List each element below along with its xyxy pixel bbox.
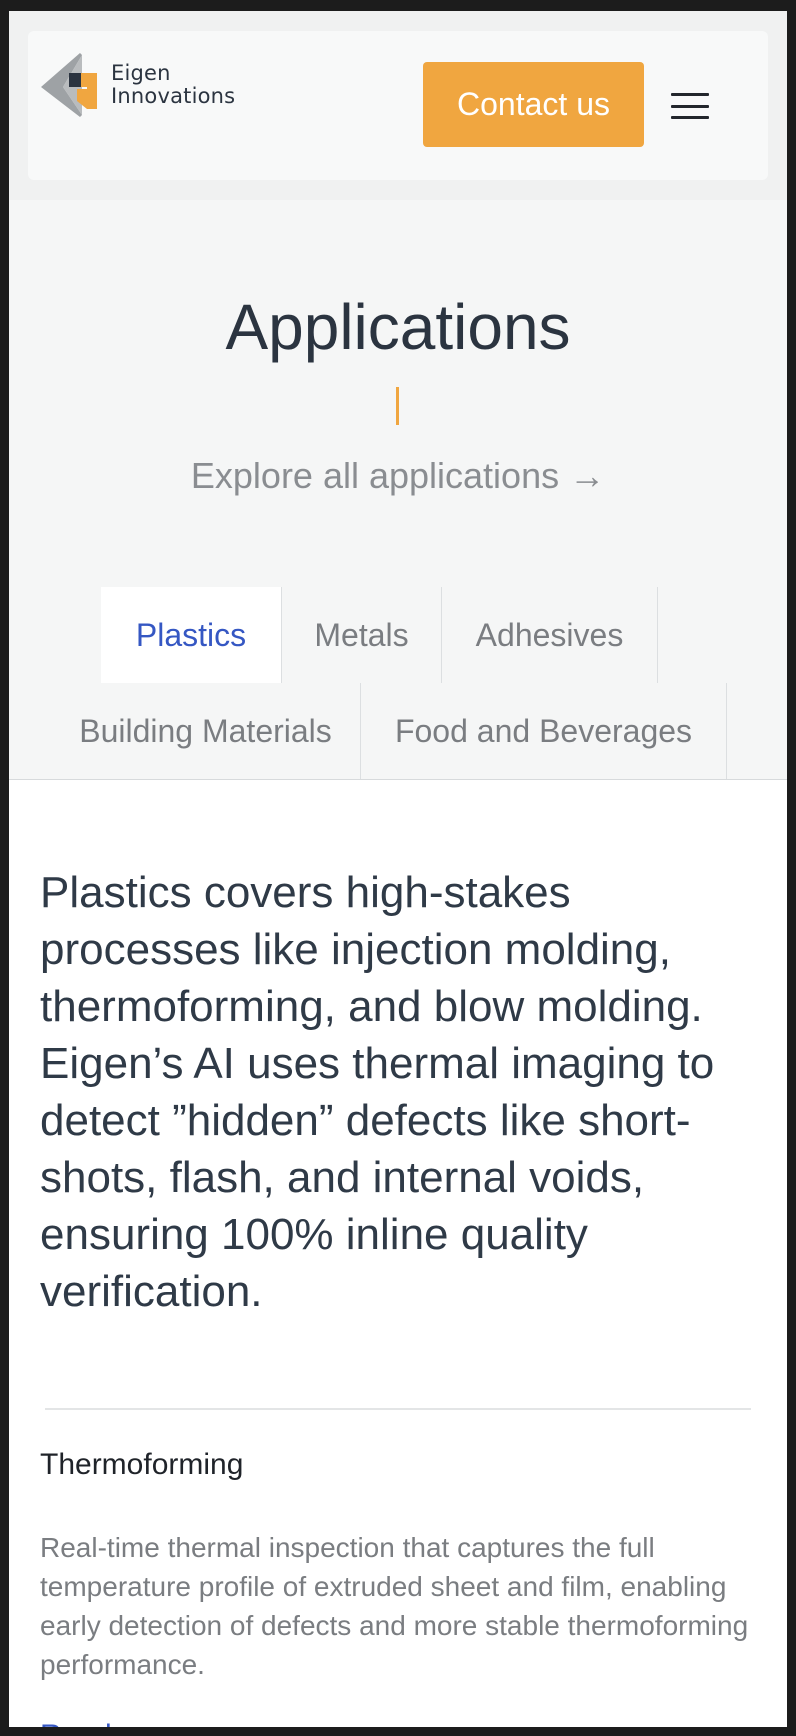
tab-divider bbox=[726, 683, 727, 779]
page-title: Applications bbox=[225, 291, 571, 363]
tab-building-materials[interactable]: Building Materials bbox=[51, 683, 360, 779]
section-divider bbox=[45, 1408, 751, 1410]
tab-panel-plastics: Plastics covers high-stakes processes li… bbox=[9, 780, 787, 1727]
accent-divider bbox=[396, 387, 399, 425]
logo-line-2: Innovations bbox=[111, 84, 236, 108]
application-description: Real-time thermal inspection that captur… bbox=[40, 1532, 749, 1680]
contact-us-button[interactable]: Contact us bbox=[423, 62, 644, 147]
eigen-logo[interactable]: Eigen Innovations bbox=[41, 51, 235, 119]
tab-food-and-beverages[interactable]: Food and Beverages bbox=[361, 683, 726, 779]
eigen-logo-icon bbox=[41, 53, 97, 117]
plastics-description: Plastics covers high-stakes processes li… bbox=[40, 868, 715, 1316]
site-header: Eigen Innovations Contact us bbox=[9, 11, 787, 200]
tab-divider bbox=[657, 587, 658, 683]
tab-plastics[interactable]: Plastics bbox=[101, 587, 281, 683]
hamburger-menu-icon[interactable] bbox=[671, 93, 709, 119]
menu-bar bbox=[671, 93, 709, 96]
read-more-link[interactable]: Read more → bbox=[40, 1718, 227, 1727]
application-title: Thermoforming bbox=[40, 1448, 244, 1481]
logo-wordmark: Eigen Innovations bbox=[111, 62, 235, 108]
tab-adhesives[interactable]: Adhesives bbox=[442, 587, 657, 683]
logo-line-1: Eigen bbox=[111, 61, 171, 85]
browser-viewport: Eigen Innovations Contact us Application… bbox=[9, 11, 787, 1727]
menu-bar bbox=[671, 116, 709, 119]
menu-bar bbox=[671, 104, 709, 108]
explore-all-applications-link[interactable]: Explore all applications → bbox=[9, 454, 787, 498]
tab-metals[interactable]: Metals bbox=[282, 587, 441, 683]
